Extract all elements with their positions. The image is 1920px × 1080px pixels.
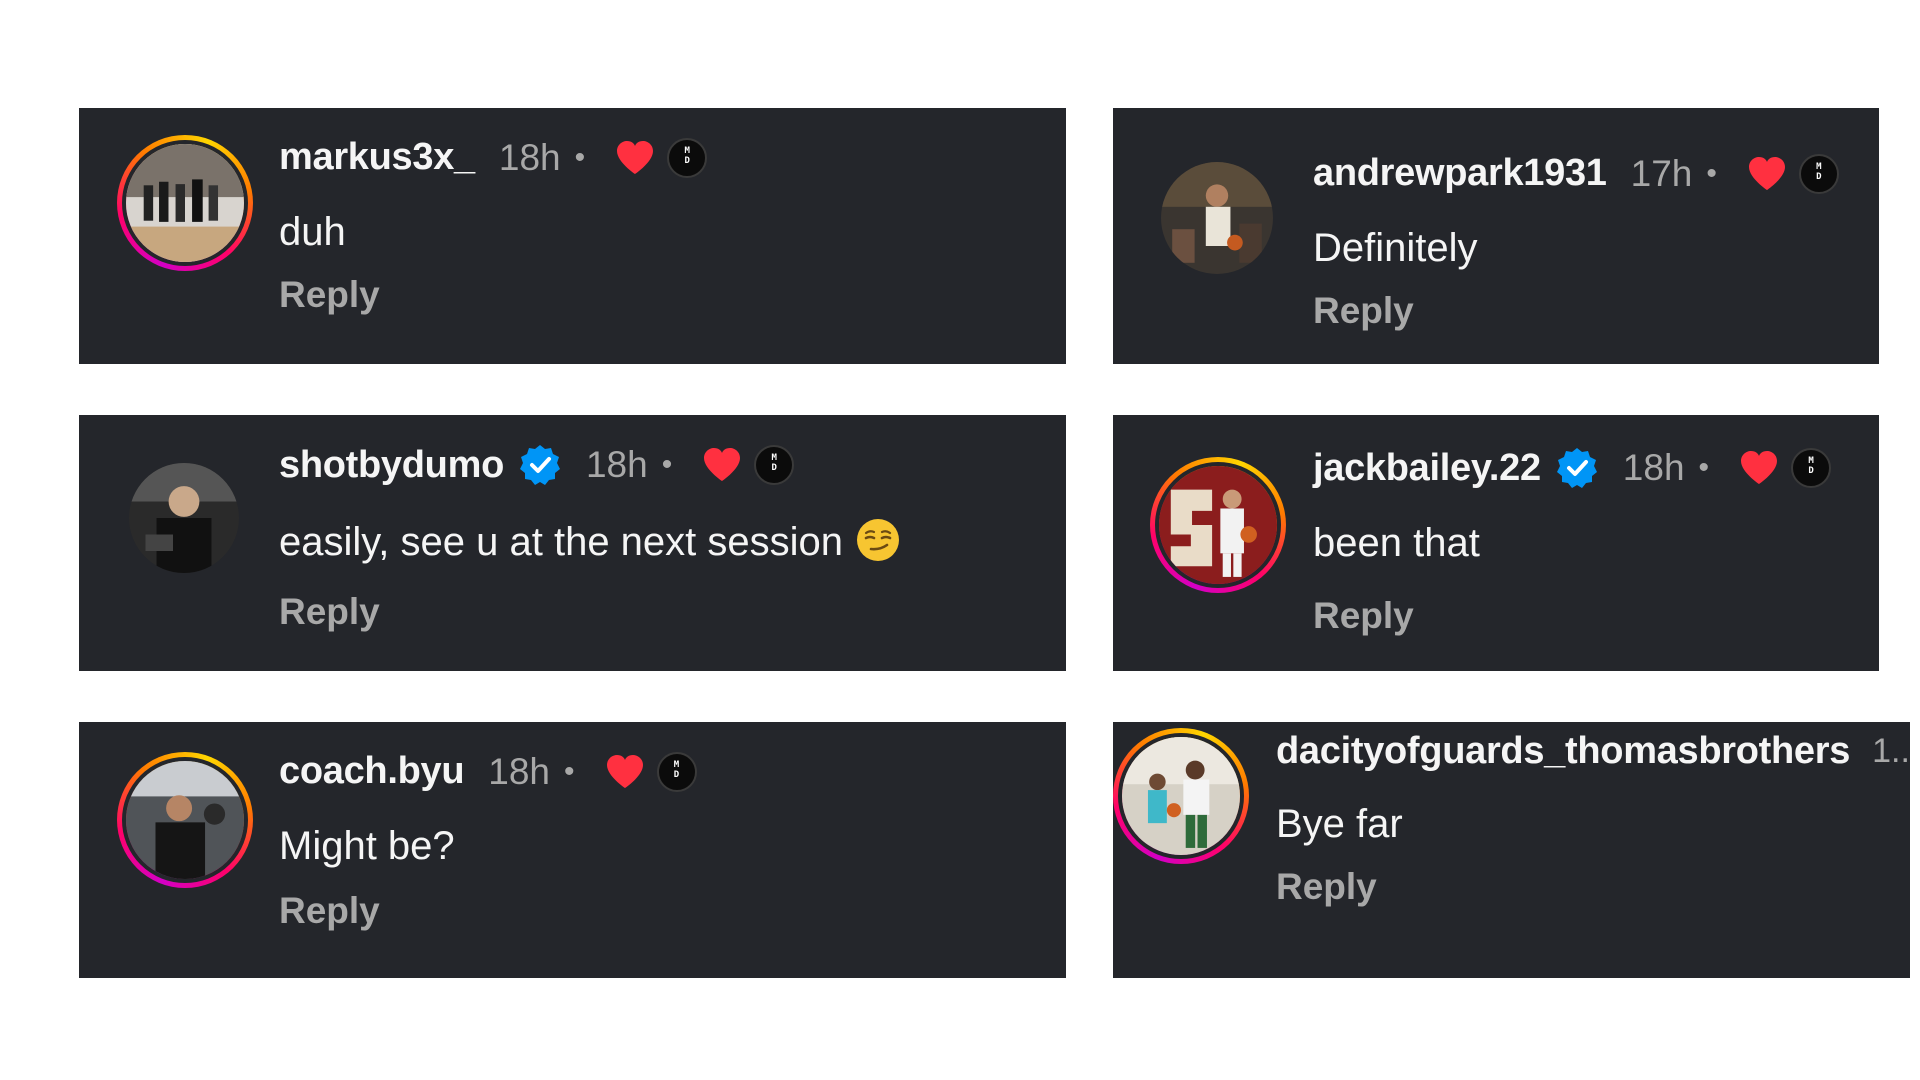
timestamp: 18h <box>1622 447 1685 488</box>
made-badge-icon: MD <box>667 137 708 178</box>
comment-text: Definitely <box>1313 226 1478 270</box>
reply-button[interactable]: Reply <box>279 591 380 633</box>
comment-card: andrewpark1931 17h • MD Definitely Reply <box>1113 108 1879 364</box>
username[interactable]: shotbydumo <box>279 444 504 487</box>
comment-card: dacityofguards_thomasbrothers 1.. Bye fa… <box>1113 722 1910 978</box>
username[interactable]: andrewpark1931 <box>1313 152 1607 195</box>
comment-line: easily, see u at the next session <box>279 517 901 565</box>
comment-text: easily, see u at the next session <box>279 520 844 564</box>
smirking-face-emoji <box>855 517 901 563</box>
reply-button[interactable]: Reply <box>1313 290 1414 332</box>
made-badge-icon: MD <box>1798 153 1839 194</box>
separator-dot: • <box>563 754 575 788</box>
made-badge-icon: MD <box>656 751 697 792</box>
separator-dot: • <box>1698 451 1710 484</box>
reply-button[interactable]: Reply <box>279 274 380 316</box>
heart-icon[interactable] <box>615 140 655 176</box>
separator-dot: • <box>1706 156 1717 190</box>
avatar[interactable] <box>1150 457 1286 593</box>
username[interactable]: coach.byu <box>279 750 465 793</box>
separator-dot: • <box>661 448 673 481</box>
username[interactable]: markus3x_ <box>279 136 475 179</box>
made-badge-icon: MD <box>754 445 795 485</box>
heart-icon[interactable] <box>702 447 742 483</box>
username[interactable]: dacityofguards_thomasbrothers <box>1276 730 1850 773</box>
comment-text: duh <box>279 210 346 254</box>
comment-text: Might be? <box>279 824 455 868</box>
comment-text: been that <box>1313 521 1480 565</box>
avatar[interactable] <box>1113 728 1249 864</box>
timestamp: 17h <box>1630 152 1693 194</box>
heart-icon[interactable] <box>1739 450 1779 486</box>
comment-card: markus3x_ 18h • MD duh Reply <box>79 108 1066 364</box>
avatar[interactable] <box>117 135 253 271</box>
heart-icon[interactable] <box>1747 156 1787 192</box>
comment-card: coach.byu 18h • MD Might be? Reply <box>79 722 1066 978</box>
reply-button[interactable]: Reply <box>1313 595 1414 637</box>
comment-text: Bye far <box>1276 802 1403 846</box>
timestamp: 18h <box>585 444 648 485</box>
username[interactable]: jackbailey.22 <box>1313 447 1541 490</box>
comment-card: jackbailey.22 18h • MD been that Reply <box>1113 415 1879 671</box>
avatar[interactable] <box>1161 162 1273 274</box>
reply-button[interactable]: Reply <box>1276 866 1377 908</box>
timestamp: 18h <box>488 750 550 792</box>
avatar[interactable] <box>129 463 239 573</box>
verified-badge-icon <box>518 443 562 487</box>
heart-icon[interactable] <box>605 754 645 790</box>
comment-card: shotbydumo 18h • MD easily, see u at the… <box>79 415 1066 671</box>
reply-button[interactable]: Reply <box>279 890 380 932</box>
made-badge-icon: MD <box>1791 448 1832 488</box>
verified-badge-icon <box>1555 446 1599 490</box>
timestamp: 18h <box>498 136 561 178</box>
separator-dot: • <box>574 140 586 174</box>
timestamp: 1.. <box>1872 732 1910 770</box>
avatar[interactable] <box>117 752 253 888</box>
